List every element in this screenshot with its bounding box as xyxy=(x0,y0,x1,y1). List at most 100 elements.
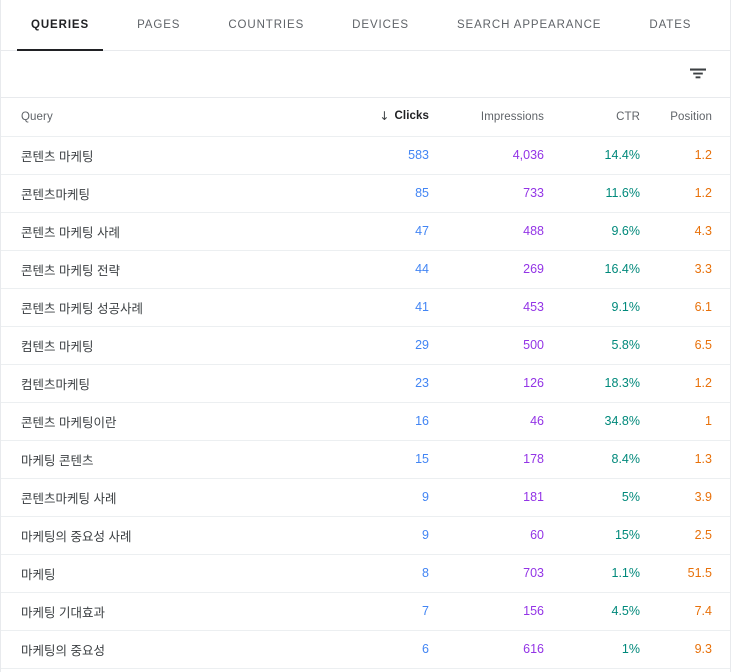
cell-position: 3.9 xyxy=(640,478,730,517)
cell-query-value: 콘텐츠 마케팅 전략 xyxy=(21,263,120,278)
cell-position: 1.2 xyxy=(640,174,730,213)
cell-query: 마케팅의 중요성 사례 xyxy=(1,516,321,555)
cell-ctr-value: 9.1% xyxy=(611,300,641,314)
cell-position-value: 1.2 xyxy=(694,186,712,200)
tab-devices-label: DEVICES xyxy=(352,19,409,31)
table-row[interactable]: 콘텐츠마케팅 사례 9 181 5% 3.9 xyxy=(1,478,730,517)
cell-position-value: 6.5 xyxy=(694,338,712,352)
cell-ctr-value: 8.4% xyxy=(611,452,641,466)
cell-ctr-value: 1% xyxy=(621,642,640,656)
tab-countries[interactable]: COUNTRIES xyxy=(214,0,318,51)
table-row[interactable]: 컴텐츠 마케팅 29 500 5.8% 6.5 xyxy=(1,326,730,365)
cell-clicks-value: 41 xyxy=(415,300,429,314)
cell-query: 컴텐츠 마케팅 xyxy=(1,326,321,365)
cell-query-value: 콘텐츠마케팅 xyxy=(21,187,91,202)
table-header: Query ↓ Clicks Impressions CTR Position xyxy=(1,98,730,137)
cell-query-value: 콘텐츠 마케팅 xyxy=(21,149,94,164)
cell-position: 6.1 xyxy=(640,288,730,327)
cell-position: 9.3 xyxy=(640,630,730,669)
cell-impressions: 126 xyxy=(429,364,544,403)
cell-clicks-value: 583 xyxy=(408,148,429,162)
cell-impressions-value: 703 xyxy=(523,566,544,580)
table-row[interactable]: 마케팅 8 703 1.1% 51.5 xyxy=(1,554,730,593)
tab-search-appearance-label: SEARCH APPEARANCE xyxy=(456,19,602,31)
cell-position: 1.3 xyxy=(640,440,730,479)
cell-query: 컴텐츠마케팅 xyxy=(1,364,321,403)
cell-clicks: 8 xyxy=(321,554,429,593)
cell-impressions-value: 60 xyxy=(530,528,544,542)
cell-query-value: 마케팅의 중요성 사례 xyxy=(21,529,132,544)
tab-pages[interactable]: PAGES xyxy=(123,0,194,51)
column-header-clicks[interactable]: ↓ Clicks xyxy=(321,98,429,137)
cell-ctr: 9.1% xyxy=(544,288,641,327)
cell-position-value: 3.3 xyxy=(694,262,712,276)
table-row[interactable]: 마케팅의 중요성 6 616 1% 9.3 xyxy=(1,630,730,669)
cell-impressions-value: 488 xyxy=(523,224,544,238)
cell-impressions: 4,036 xyxy=(429,136,544,175)
cell-clicks-value: 15 xyxy=(415,452,429,466)
table-row[interactable]: 콘텐츠 마케팅 전략 44 269 16.4% 3.3 xyxy=(1,250,730,289)
cell-position: 7.4 xyxy=(640,592,730,631)
cell-clicks: 44 xyxy=(321,250,429,289)
tab-queries[interactable]: QUERIES xyxy=(17,0,104,51)
cell-ctr: 34.8% xyxy=(544,402,640,441)
queries-table: Query ↓ Clicks Impressions CTR Position xyxy=(1,98,730,669)
column-header-query[interactable]: Query xyxy=(1,98,321,137)
cell-ctr: 5% xyxy=(544,478,640,517)
table-row[interactable]: 컴텐츠마케팅 23 126 18.3% 1.2 xyxy=(1,364,730,403)
cell-ctr: 15% xyxy=(544,516,640,555)
cell-position-value: 1.3 xyxy=(694,452,712,466)
cell-impressions: 269 xyxy=(429,250,544,289)
cell-clicks-value: 6 xyxy=(422,642,429,656)
cell-query-value: 콘텐츠마케팅 사례 xyxy=(21,491,117,506)
cell-query-value: 콘텐츠 마케팅이란 xyxy=(21,415,117,430)
cell-position-value: 2.5 xyxy=(694,528,712,542)
table-row[interactable]: 콘텐츠마케팅 85 733 11.6% 1.2 xyxy=(1,174,730,213)
table-row[interactable]: 콘텐츠 마케팅 성공사례 41 453 9.1% 6.1 xyxy=(1,288,730,327)
table-row[interactable]: 콘텐츠 마케팅 사례 47 488 9.6% 4.3 xyxy=(1,212,730,251)
column-header-ctr[interactable]: CTR xyxy=(544,98,640,137)
cell-position-value: 9.3 xyxy=(694,642,712,656)
cell-impressions: 46 xyxy=(429,402,544,441)
cell-ctr-value: 11.6% xyxy=(605,186,640,200)
cell-clicks: 47 xyxy=(321,212,429,251)
cell-ctr: 1.1% xyxy=(544,554,640,593)
tab-queries-label: QUERIES xyxy=(31,19,90,31)
filter-button[interactable] xyxy=(684,60,712,88)
cell-clicks-value: 23 xyxy=(415,376,429,390)
tab-dates[interactable]: DATES xyxy=(635,0,705,51)
table-body: 콘텐츠 마케팅 583 4,036 14.4% 1.2 콘텐츠마케팅 85 733 11.6% 1… xyxy=(1,136,730,669)
cell-impressions: 178 xyxy=(429,440,544,479)
cell-ctr: 5.8% xyxy=(544,326,640,365)
column-header-position[interactable]: Position xyxy=(640,98,730,137)
cell-ctr: 14.4% xyxy=(544,136,640,175)
table-row[interactable]: 마케팅 콘텐츠 15 178 8.4% 1.3 xyxy=(1,440,730,479)
column-header-clicks-label: Clicks xyxy=(394,110,429,123)
cell-impressions-value: 269 xyxy=(523,262,544,276)
cell-impressions: 703 xyxy=(429,554,544,593)
cell-position-value: 4.3 xyxy=(694,224,712,238)
cell-clicks: 15 xyxy=(321,440,429,479)
cell-ctr-value: 15% xyxy=(614,528,640,542)
cell-ctr: 18.3% xyxy=(544,364,640,403)
table-row[interactable]: 콘텐츠 마케팅이란 16 46 34.8% 1 xyxy=(1,402,730,441)
cell-impressions-value: 453 xyxy=(523,300,544,314)
table-row[interactable]: 마케팅 기대효과 7 156 4.5% 7.4 xyxy=(1,592,730,631)
cell-ctr: 8.4% xyxy=(544,440,641,479)
cell-clicks-value: 9 xyxy=(422,490,429,504)
cell-position-value: 6.1 xyxy=(694,300,712,314)
tab-devices[interactable]: DEVICES xyxy=(338,0,423,51)
cell-query: 마케팅 콘텐츠 xyxy=(1,440,321,479)
table-row[interactable]: 마케팅의 중요성 사례 9 60 15% 2.5 xyxy=(1,516,730,555)
cell-position-value: 51.5 xyxy=(687,566,712,580)
cell-ctr-value: 5% xyxy=(621,490,640,504)
cell-ctr-value: 16.4% xyxy=(604,262,640,276)
dimension-tabbar: QUERIES PAGES COUNTRIES DEVICES SEARCH A… xyxy=(1,0,730,51)
table-row[interactable]: 콘텐츠 마케팅 583 4,036 14.4% 1.2 xyxy=(1,136,730,175)
column-header-impressions[interactable]: Impressions xyxy=(429,98,544,137)
cell-impressions: 60 xyxy=(429,516,544,555)
cell-position: 1 xyxy=(640,402,730,441)
cell-clicks: 16 xyxy=(321,402,429,441)
tab-search-appearance[interactable]: SEARCH APPEARANCE xyxy=(443,0,615,51)
cell-impressions-value: 181 xyxy=(523,490,544,504)
